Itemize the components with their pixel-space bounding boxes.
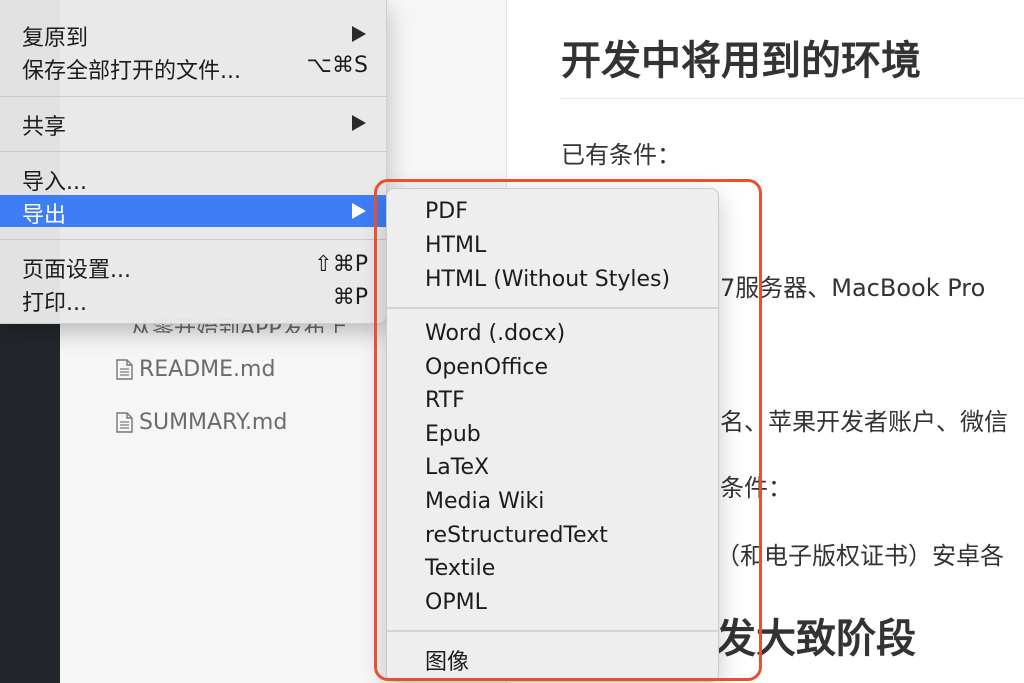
shortcut-label: ⌥⌘S [306, 53, 368, 78]
export-item-epub[interactable]: Epub [425, 422, 481, 447]
file-menu: 复原到 保存全部打开的文件... ⌥⌘S 共享 导入... 导出 页面设置...… [0, 0, 387, 324]
export-submenu: PDF HTML HTML (Without Styles) Word (.do… [386, 188, 719, 682]
submenu-arrow-icon [352, 203, 366, 219]
file-item-label: SUMMARY.md [139, 410, 288, 435]
export-item-textile[interactable]: Textile [425, 556, 495, 581]
menu-separator [387, 630, 718, 632]
submenu-arrow-icon [352, 26, 366, 42]
menu-separator [0, 96, 386, 97]
heading-environment: 开发中将用到的环境 [561, 38, 921, 84]
submenu-arrow-icon [352, 115, 366, 131]
paragraph-server: 7服务器、MacBook Pro [720, 274, 986, 302]
export-item-opml[interactable]: OPML [425, 590, 487, 615]
menu-separator [0, 151, 386, 152]
file-item-summary[interactable]: SUMMARY.md [116, 410, 287, 435]
export-item-restructuredtext[interactable]: reStructuredText [425, 523, 608, 548]
export-item-html-without-styles[interactable]: HTML (Without Styles) [425, 267, 670, 292]
paragraph-copyright: （和电子版权证书）安卓各 [716, 542, 1004, 570]
export-item-openoffice[interactable]: OpenOffice [425, 355, 548, 380]
document-icon [116, 412, 133, 433]
heading-divider [561, 98, 1024, 99]
export-item-latex[interactable]: LaTeX [425, 455, 489, 480]
menu-item-import[interactable]: 导入... [0, 162, 386, 195]
menu-separator [0, 239, 386, 240]
paragraph-conditions: 条件： [720, 474, 792, 502]
menu-item-share[interactable]: 共享 [0, 107, 386, 140]
menu-item-revert-to[interactable]: 复原到 [0, 18, 386, 51]
export-item-image[interactable]: 图像 [425, 644, 469, 676]
file-item-readme[interactable]: README.md [116, 357, 275, 382]
menu-item-save-all[interactable]: 保存全部打开的文件... ⌥⌘S [0, 51, 386, 84]
menu-item-page-setup[interactable]: 页面设置... ⇧⌘P [0, 250, 386, 283]
export-item-word[interactable]: Word (.docx) [425, 321, 565, 346]
document-icon [116, 359, 133, 380]
menu-item-print[interactable]: 打印... ⌘P [0, 283, 386, 316]
menu-item-export[interactable]: 导出 [0, 195, 386, 228]
export-item-rtf[interactable]: RTF [425, 388, 465, 413]
shortcut-label: ⇧⌘P [314, 252, 368, 277]
export-item-media-wiki[interactable]: Media Wiki [425, 489, 544, 514]
export-item-html[interactable]: HTML [425, 233, 486, 258]
export-item-pdf[interactable]: PDF [425, 199, 468, 224]
shortcut-label: ⌘P [332, 285, 368, 310]
paragraph-accounts: 名、苹果开发者账户、微信 [720, 408, 1008, 436]
menu-separator [387, 307, 718, 309]
file-item-label: README.md [139, 357, 276, 382]
paragraph-existing-conditions: 已有条件： [561, 141, 681, 169]
heading-stages: 发大致阶段 [716, 616, 916, 662]
